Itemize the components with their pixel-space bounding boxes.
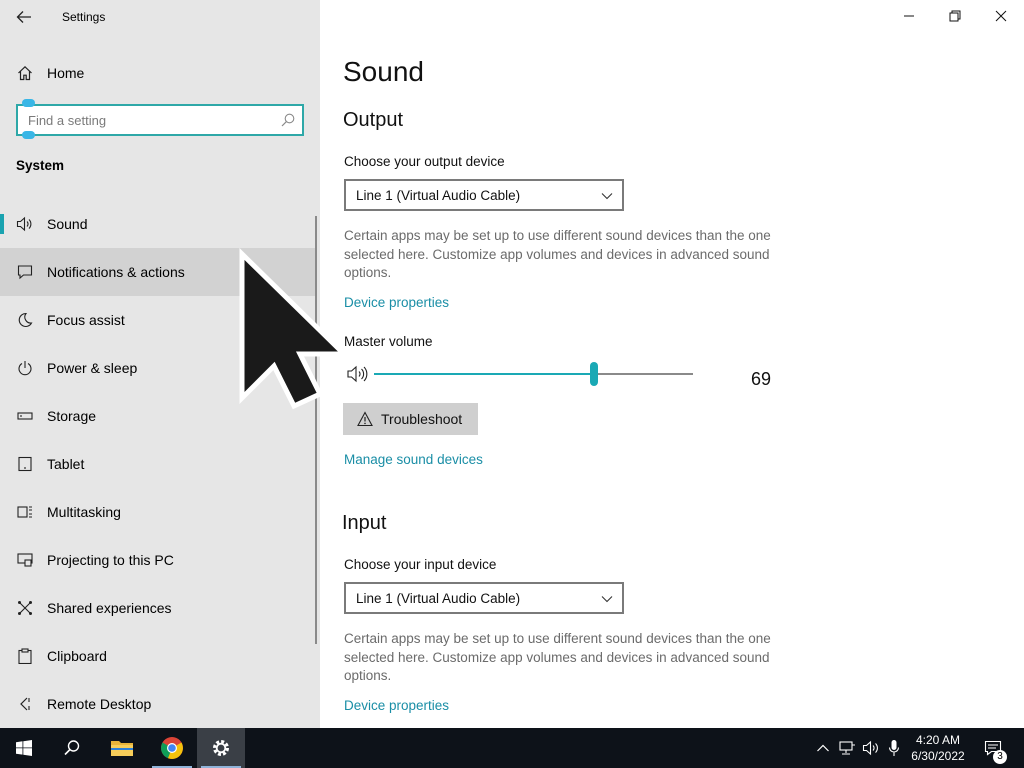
troubleshoot-label: Troubleshoot bbox=[381, 411, 463, 427]
input-description: Certain apps may be set up to use differ… bbox=[344, 631, 771, 683]
sidebar-item-label: Notifications & actions bbox=[47, 264, 185, 280]
clipboard-icon bbox=[16, 647, 34, 665]
chevron-up-icon bbox=[817, 744, 829, 752]
file-explorer-icon bbox=[111, 741, 133, 756]
input-device-properties-link[interactable]: Device properties bbox=[344, 698, 449, 713]
output-device-properties-link[interactable]: Device properties bbox=[344, 295, 449, 310]
output-description: Certain apps may be set up to use differ… bbox=[344, 228, 771, 280]
caret-handle-bottom[interactable] bbox=[22, 131, 35, 139]
main-content: Sound Output Choose your output device L… bbox=[320, 0, 1024, 728]
taskbar: 4:20 AM 6/30/2022 bbox=[0, 728, 1024, 768]
multitasking-icon bbox=[16, 503, 34, 521]
moon-icon bbox=[16, 311, 34, 329]
sidebar-item-label: Focus assist bbox=[47, 312, 125, 328]
clock-time: 4:20 AM bbox=[915, 733, 961, 747]
volume-slider-thumb[interactable] bbox=[590, 362, 598, 386]
volume-tray-icon bbox=[862, 740, 878, 756]
remote-desktop-icon bbox=[16, 695, 34, 713]
volume-slider-fill bbox=[374, 373, 594, 375]
back-button[interactable] bbox=[10, 4, 38, 30]
sidebar: Settings Home System Sound Notifications… bbox=[0, 0, 320, 728]
output-device-value: Line 1 (Virtual Audio Cable) bbox=[356, 188, 521, 203]
shared-experiences-icon bbox=[16, 599, 34, 617]
clock-date: 6/30/2022 bbox=[911, 749, 965, 763]
storage-icon bbox=[16, 407, 34, 425]
warning-icon bbox=[357, 411, 373, 427]
caret-handle-top[interactable] bbox=[22, 99, 35, 107]
input-device-select[interactable]: Line 1 (Virtual Audio Cable) bbox=[344, 582, 624, 614]
home-icon bbox=[16, 64, 34, 82]
sidebar-item-projecting[interactable]: Projecting to this PC bbox=[0, 536, 316, 584]
input-device-value: Line 1 (Virtual Audio Cable) bbox=[356, 591, 521, 606]
sidebar-item-multitasking[interactable]: Multitasking bbox=[0, 488, 316, 536]
settings-icon bbox=[213, 740, 229, 756]
volume-icon[interactable] bbox=[346, 364, 370, 384]
sidebar-scrollbar[interactable] bbox=[315, 216, 317, 644]
tablet-icon bbox=[16, 455, 34, 473]
sidebar-item-label: Clipboard bbox=[47, 648, 107, 664]
sidebar-item-remote-desktop[interactable]: Remote Desktop bbox=[0, 680, 316, 728]
sidebar-item-label: Projecting to this PC bbox=[47, 552, 174, 568]
sidebar-item-power-sleep[interactable]: Power & sleep bbox=[0, 344, 316, 392]
master-volume-slider[interactable] bbox=[374, 362, 693, 386]
manage-sound-devices-link[interactable]: Manage sound devices bbox=[344, 452, 483, 467]
app-title: Settings bbox=[62, 10, 106, 24]
microphone-icon bbox=[888, 740, 900, 756]
sidebar-item-label: Shared experiences bbox=[47, 600, 172, 616]
output-device-label: Choose your output device bbox=[344, 154, 505, 169]
sidebar-item-storage[interactable]: Storage bbox=[0, 392, 316, 440]
volume-value: 69 bbox=[751, 369, 772, 389]
troubleshoot-button[interactable]: Troubleshoot bbox=[343, 403, 478, 435]
sidebar-item-label: Storage bbox=[47, 408, 97, 424]
home-label: Home bbox=[47, 65, 85, 81]
settings-taskbar-button[interactable] bbox=[197, 728, 245, 768]
sidebar-item-sound[interactable]: Sound bbox=[0, 200, 316, 248]
back-arrow-icon bbox=[16, 11, 31, 23]
file-explorer-button[interactable] bbox=[98, 728, 146, 768]
sidebar-item-shared-experiences[interactable]: Shared experiences bbox=[0, 584, 316, 632]
master-volume-label: Master volume bbox=[344, 334, 433, 349]
sidebar-item-notifications[interactable]: Notifications & actions bbox=[0, 248, 316, 296]
taskbar-search-button[interactable] bbox=[48, 728, 96, 768]
chevron-down-icon bbox=[601, 596, 613, 603]
section-label: System bbox=[16, 158, 65, 173]
nav-home[interactable]: Home bbox=[0, 56, 320, 90]
volume-tray-button[interactable] bbox=[861, 738, 881, 758]
projecting-icon bbox=[16, 551, 34, 569]
sidebar-item-clipboard[interactable]: Clipboard bbox=[0, 632, 316, 680]
search-input[interactable] bbox=[28, 111, 268, 129]
output-heading: Output bbox=[343, 109, 404, 131]
notification-icon bbox=[16, 263, 34, 281]
chrome-button[interactable] bbox=[148, 728, 196, 768]
microphone-tray-button[interactable] bbox=[884, 738, 904, 758]
sidebar-item-focus-assist[interactable]: Focus assist bbox=[0, 296, 316, 344]
taskbar-clock[interactable]: 4:20 AM 6/30/2022 bbox=[905, 732, 971, 764]
title-bar: Settings bbox=[0, 0, 320, 34]
search-icon bbox=[281, 113, 295, 127]
search-box[interactable] bbox=[16, 104, 304, 136]
notification-count-badge: 3 bbox=[993, 750, 1007, 764]
speaker-icon bbox=[16, 215, 34, 233]
show-hidden-icons-button[interactable] bbox=[813, 738, 833, 758]
power-icon bbox=[16, 359, 34, 377]
network-tray-button[interactable] bbox=[837, 738, 857, 758]
sidebar-item-label: Power & sleep bbox=[47, 360, 138, 376]
sidebar-item-label: Tablet bbox=[47, 456, 85, 472]
input-device-label: Choose your input device bbox=[344, 557, 497, 572]
sidebar-item-tablet[interactable]: Tablet bbox=[0, 440, 316, 488]
page-title: Sound bbox=[343, 56, 424, 87]
start-icon bbox=[16, 740, 32, 756]
network-icon bbox=[839, 741, 855, 755]
nav-list: Sound Notifications & actions Focus assi… bbox=[0, 200, 316, 728]
input-heading: Input bbox=[342, 512, 387, 534]
sidebar-item-label: Sound bbox=[47, 216, 88, 232]
sidebar-item-label: Multitasking bbox=[47, 504, 121, 520]
search-icon bbox=[64, 740, 80, 756]
chevron-down-icon bbox=[601, 193, 613, 200]
chrome-icon bbox=[161, 737, 183, 759]
sidebar-item-label: Remote Desktop bbox=[47, 696, 152, 712]
output-device-select[interactable]: Line 1 (Virtual Audio Cable) bbox=[344, 179, 624, 211]
start-button[interactable] bbox=[0, 728, 48, 768]
